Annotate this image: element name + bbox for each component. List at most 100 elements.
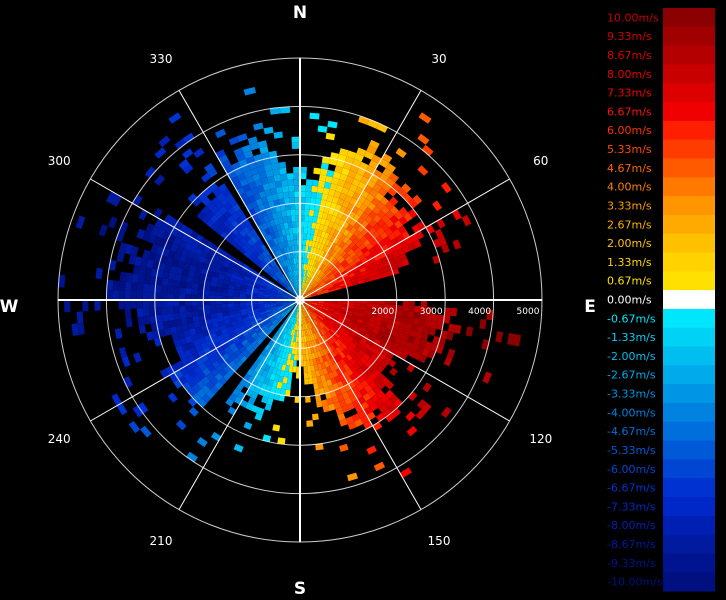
velocity-gate (148, 292, 155, 300)
velocity-gate (162, 320, 170, 329)
velocity-gate (116, 251, 125, 263)
colorbar-swatch (663, 120, 715, 141)
velocity-gate (167, 286, 174, 294)
velocity-gate (180, 274, 188, 282)
colorbar-swatch (663, 402, 715, 423)
velocity-gate (125, 272, 133, 283)
velocity-gate (417, 133, 430, 145)
cardinal-label-e: E (584, 297, 596, 317)
velocity-gate (174, 318, 182, 327)
velocity-gate (312, 413, 319, 421)
velocity-gate (108, 216, 118, 229)
velocity-gate (327, 120, 338, 129)
velocity-gate (274, 180, 282, 188)
velocity-gate (288, 191, 295, 198)
colorbar-swatch (663, 440, 715, 460)
velocity-gate (142, 307, 150, 317)
velocity-gate (436, 218, 446, 229)
colorbar-swatch (663, 102, 715, 122)
velocity-gate (318, 180, 326, 188)
azimuth-label: 150 (428, 534, 451, 548)
colorbar-label: 1.33m/s (607, 256, 652, 269)
colorbar-label: 4.00m/s (607, 181, 652, 194)
velocity-gate (300, 166, 307, 174)
velocity-gate (185, 288, 192, 295)
velocity-gate (64, 300, 71, 313)
velocity-gate (286, 173, 294, 180)
velocity-gate (179, 287, 186, 294)
velocity-gate (167, 392, 178, 403)
velocity-gate (282, 185, 289, 193)
colorbar-swatch (663, 139, 715, 159)
velocity-gate (155, 284, 162, 293)
velocity-gate (366, 445, 377, 455)
colorbar-label: 10.00m/s (607, 11, 659, 24)
velocity-gate (482, 371, 492, 384)
velocity-gate (193, 147, 205, 159)
velocity-gate (271, 162, 280, 170)
velocity-gate (303, 221, 309, 228)
velocity-gate (168, 112, 182, 124)
velocity-gate (291, 136, 300, 143)
velocity-gate (239, 302, 246, 307)
velocity-gate (452, 239, 462, 250)
velocity-gate (227, 292, 234, 297)
velocity-gate (424, 319, 432, 328)
range-label: 3000 (420, 307, 443, 317)
velocity-gate (185, 305, 192, 312)
velocity-gate (450, 307, 458, 317)
velocity-gate (118, 300, 125, 310)
cardinal-label-n: N (293, 3, 307, 23)
colorbar-label: 2.67m/s (607, 218, 652, 231)
velocity-gate (418, 318, 426, 327)
velocity-gate (281, 179, 288, 187)
velocity-gate (272, 424, 281, 432)
range-label: 4000 (468, 307, 491, 317)
velocity-gate (166, 300, 174, 307)
colorbar-label: 3.33m/s (607, 199, 652, 212)
velocity-gate (154, 292, 161, 300)
velocity-gate (465, 326, 474, 337)
colorbar-label: 6.67m/s (607, 105, 652, 118)
velocity-gate (253, 122, 264, 131)
colorbar-label: 6.00m/s (607, 124, 652, 137)
velocity-gate (94, 300, 101, 311)
velocity-gate (161, 307, 168, 315)
velocity-gate (191, 288, 198, 295)
velocity-gate (319, 168, 328, 176)
azimuth-label: 240 (48, 432, 71, 446)
velocity-gate (293, 239, 298, 246)
velocity-gate (310, 191, 317, 199)
colorbar-label: -2.00m/s (607, 350, 656, 363)
velocity-gate (278, 161, 287, 169)
velocity-gate (279, 167, 287, 175)
colorbar-swatch (663, 26, 715, 47)
velocity-gate (124, 290, 131, 300)
velocity-gate (128, 420, 141, 434)
velocity-gate (280, 173, 288, 181)
colorbar-label: 2.00m/s (607, 237, 652, 250)
colorbar-labels: 10.00m/s 9.33m/s 8.67m/s 8.00m/s 7.33m/s 6.67… (607, 11, 663, 588)
velocity-gate (313, 167, 321, 175)
velocity-gate (197, 305, 204, 311)
velocity-gate (273, 174, 282, 182)
colorbar-swatch (663, 327, 715, 348)
velocity-gate (124, 300, 131, 310)
velocity-gate (118, 290, 125, 300)
velocity-gate (430, 320, 438, 329)
velocity-gate (155, 307, 162, 316)
velocity-gate (221, 303, 228, 309)
velocity-gate (191, 283, 199, 290)
velocity-gate (432, 200, 443, 211)
velocity-gate (124, 308, 132, 319)
velocity-gate (191, 305, 198, 312)
colorbar-swatch (663, 64, 715, 84)
velocity-gate (441, 182, 452, 194)
velocity-gate (495, 331, 504, 343)
velocity-gate (173, 306, 180, 314)
velocity-gate (143, 275, 151, 285)
colorbar-swatches (663, 8, 715, 592)
velocity-gate (214, 128, 227, 139)
velocity-gate (125, 317, 133, 328)
velocity-gate (306, 179, 313, 186)
